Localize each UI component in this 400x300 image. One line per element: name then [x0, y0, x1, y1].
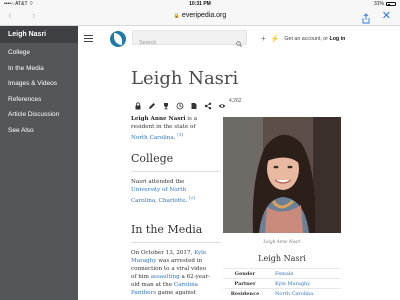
subject-name: Leigh Anne Nasri — [131, 116, 186, 122]
infobox-value-link[interactable]: North Carolina — [267, 291, 341, 297]
section-divider — [131, 241, 221, 243]
infobox-key: Gender — [234, 270, 256, 277]
north-carolina-link[interactable]: North Carolina — [131, 135, 174, 141]
sidebar-item-in-the-media[interactable]: In the Media — [0, 61, 78, 77]
eye-icon — [218, 97, 226, 108]
article-body: Leigh Anne Nasri is a resident in the st… — [131, 115, 221, 297]
citation-ref-1[interactable]: [1] — [177, 132, 183, 137]
infobox-table: Gender Female Partner Kyle Maraghy Resid… — [223, 268, 341, 298]
infobox-key: Partner — [234, 280, 256, 287]
infobox-key: Residence — [230, 290, 260, 297]
sidebar-item-see-also[interactable]: See Also — [0, 123, 78, 139]
lock-icon[interactable] — [134, 97, 142, 110]
clock: 10:31 PM — [189, 1, 211, 7]
infobox-row: Residence North Carolina — [223, 288, 341, 298]
menu-icon[interactable] — [84, 35, 93, 42]
section-heading-college: College — [131, 151, 174, 165]
search-box — [132, 30, 247, 50]
everipedia-logo[interactable] — [110, 31, 126, 47]
history-icon[interactable] — [176, 97, 184, 110]
photo-caption: Leigh Anne Nasri — [263, 239, 301, 244]
media-paragraph: On October 13, 2017, Kyle Maraghy was ar… — [131, 249, 211, 296]
article-content: Leigh Nasri 4,262 Leigh Anne Nasri is a … — [78, 53, 400, 300]
search-input[interactable] — [133, 36, 233, 50]
citation-ref-2[interactable]: [2] — [189, 195, 195, 200]
url-text: everipedia.org — [181, 12, 227, 19]
unc-charlotte-link[interactable]: University of North Carolina, Charlotte — [131, 187, 186, 204]
url-field[interactable]: 🔒 everipedia.org — [0, 12, 400, 19]
lightning-icon[interactable]: ⚡ — [271, 35, 280, 43]
trophy-icon[interactable] — [162, 97, 170, 110]
battery-status: 31% — [374, 1, 396, 7]
profile-photo[interactable] — [223, 117, 341, 233]
intro-paragraph: Leigh Anne Nasri is a resident in the st… — [131, 116, 198, 141]
citation-icon[interactable] — [190, 97, 198, 109]
battery-icon — [386, 2, 396, 6]
infobox-value-link[interactable]: Female — [267, 271, 341, 277]
assaulting-link[interactable]: assaulting — [151, 274, 180, 280]
view-count: 4,262 — [229, 98, 242, 104]
account-prompt: Get an account, or Log in — [284, 36, 345, 42]
infobox-row: Partner Kyle Maraghy — [223, 278, 341, 288]
infobox-value-link[interactable]: Kyle Maraghy — [267, 281, 341, 287]
college-paragraph: Nasri attended the University of North C… — [131, 178, 195, 204]
sidebar-item-images-videos[interactable]: Images & Videos — [0, 76, 78, 92]
plus-icon[interactable]: + — [261, 34, 266, 43]
page-title: Leigh Nasri — [131, 68, 239, 89]
lock-icon: 🔒 — [173, 13, 180, 19]
sidebar-item-article-discussion[interactable]: Article Discussion — [0, 107, 78, 123]
article-sidebar: Leigh Nasri College In the Media Images … — [0, 26, 78, 300]
close-icon[interactable]: ✕ — [382, 9, 391, 22]
browser-address-bar: ‹ › 🔒 everipedia.org ✕ — [0, 8, 400, 26]
infobox-row: Gender Female — [223, 268, 341, 278]
share-icon[interactable] — [361, 11, 371, 24]
section-heading-in-the-media: In the Media — [131, 222, 203, 236]
infobox-title: Leigh Nasri — [258, 254, 306, 263]
search-icon[interactable] — [236, 34, 242, 47]
section-divider — [131, 170, 221, 172]
sidebar-title[interactable]: Leigh Nasri — [0, 26, 78, 43]
share-icon[interactable] — [204, 97, 212, 110]
edit-pencil-icon[interactable] — [148, 97, 156, 109]
battery-percent: 31% — [373, 1, 384, 7]
header-actions: + ⚡ Get an account, or Log in — [261, 34, 345, 43]
status-bar: ••••○ AT&T ⌔ 10:31 PM 31% — [0, 0, 400, 8]
login-link[interactable]: Log in — [329, 36, 345, 42]
site-header: + ⚡ Get an account, or Log in — [78, 26, 400, 53]
sidebar-item-college[interactable]: College — [0, 45, 78, 61]
sidebar-item-references[interactable]: References — [0, 92, 78, 108]
get-account-link[interactable]: Get an account, or — [284, 36, 329, 42]
article-toolbar: 4,262 — [134, 97, 242, 110]
